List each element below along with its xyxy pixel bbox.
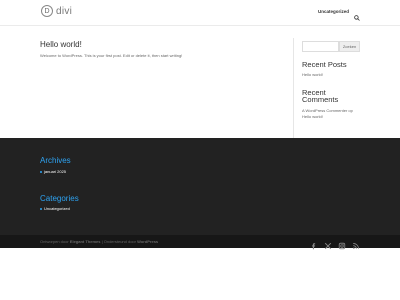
categories-title: Categories bbox=[40, 194, 79, 203]
search-icon[interactable] bbox=[354, 8, 360, 21]
archives-item[interactable]: januari 2025 bbox=[40, 169, 66, 174]
search-button[interactable]: Zoeken bbox=[339, 41, 360, 52]
archives-title: Archives bbox=[40, 156, 71, 165]
credits-wordpress-link[interactable]: WordPress bbox=[137, 239, 158, 244]
facebook-icon[interactable] bbox=[310, 237, 318, 250]
site-footer: Archives januari 2025 Categories Uncateg… bbox=[0, 138, 400, 235]
sidebar-divider bbox=[293, 38, 294, 138]
bullet-icon bbox=[40, 207, 42, 210]
nav-item-uncategorized[interactable]: Uncategorized bbox=[318, 9, 349, 14]
site-logo[interactable]: D divi bbox=[41, 5, 72, 17]
post-title[interactable]: Hello world! bbox=[40, 40, 82, 49]
recent-comments-title-line2: Comments bbox=[302, 95, 339, 104]
search-input[interactable] bbox=[302, 41, 339, 52]
credits-middle: | Ondersteund door bbox=[100, 239, 138, 244]
x-icon[interactable] bbox=[324, 237, 332, 250]
credits-theme-link[interactable]: Elegant Themes bbox=[70, 239, 101, 244]
instagram-icon[interactable] bbox=[338, 237, 346, 250]
logo-text: divi bbox=[56, 5, 73, 17]
post-body: Welcome to WordPress. This is your first… bbox=[40, 53, 183, 58]
categories-item-label: Uncategorized bbox=[44, 206, 70, 211]
logo-mark: D bbox=[41, 5, 53, 17]
recent-posts-title: Recent Posts bbox=[302, 60, 347, 69]
rss-icon[interactable] bbox=[352, 237, 360, 249]
recent-post-link[interactable]: Hello world! bbox=[302, 72, 323, 78]
credits-prefix: Ontworpen door bbox=[40, 239, 70, 244]
bullet-icon bbox=[40, 170, 42, 173]
credits: Ontworpen door Elegant Themes | Onderste… bbox=[40, 239, 158, 244]
bottom-bar: Ontworpen door Elegant Themes | Onderste… bbox=[0, 235, 400, 250]
categories-item[interactable]: Uncategorized bbox=[40, 206, 70, 211]
site-header: D divi Uncategorized bbox=[0, 0, 400, 25]
archives-item-label: januari 2025 bbox=[44, 169, 67, 174]
recent-comment-post[interactable]: Hello world! bbox=[302, 114, 323, 120]
